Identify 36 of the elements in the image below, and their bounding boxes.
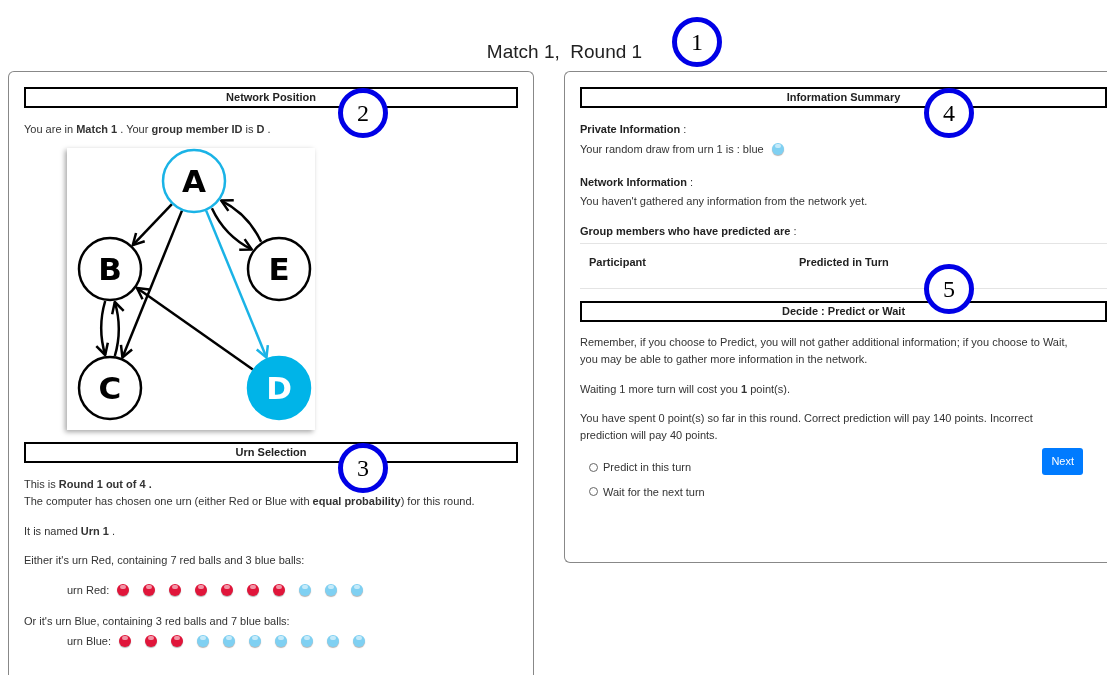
urn-description: The computer has chosen one urn (either Red or Blue with equal probability) for this round. (24, 493, 476, 509)
round-info: This is Round 1 out of 4 . (24, 476, 153, 492)
decide-explanation: Remember, if you choose to Predict, you will not gather additional information; if you choose to Wait, you may be able to gather more information in the network. (580, 334, 1069, 367)
graph-node: E (246, 236, 312, 301)
radio-button[interactable] (589, 462, 599, 472)
callout-number: 4 (924, 88, 974, 138)
callout-number: 2 (338, 88, 388, 138)
callout-number: 1 (672, 17, 722, 67)
graph-node: B (77, 236, 143, 301)
radio-option[interactable]: Predict in this turn (589, 459, 705, 476)
table-header: Predicted in Turn (799, 254, 889, 270)
urn-description: Or it's urn Blue, containing 3 red balls and 7 blue balls: (24, 613, 291, 629)
private-draw: Your random draw from urn 1 is : blue (580, 141, 764, 157)
group-members-title: Group members who have predicted are : (580, 224, 798, 239)
radio-option[interactable]: Wait for the next turn (589, 483, 705, 500)
callout-number: 3 (338, 443, 388, 493)
urn-label: urn Blue: (67, 634, 112, 649)
arrow (95, 300, 110, 356)
section-header: Decide : Predict or Wait (580, 300, 1107, 322)
urn-name: It is named Urn 1 . (24, 523, 117, 539)
private-info-title: Private Information : (580, 122, 688, 137)
page-title: Match 1, Round 1 (486, 40, 643, 64)
wait-cost: Waiting 1 more turn will cost you 1 point(s). (580, 381, 791, 397)
urn-description: Either it's urn Red, containing 7 red balls and 3 blue balls: (24, 552, 306, 568)
match-info: You are in Match 1 . Your group member ID is D . (24, 122, 272, 137)
points-info: You have spent 0 point(s) so far in this round. Correct prediction will pay 140 points. Incorrect prediction will pay 40 points. (580, 411, 1034, 443)
graph-node: C (77, 355, 143, 420)
graph-node: D (246, 355, 312, 420)
radio-button[interactable] (589, 487, 599, 497)
urn-label: urn Red: (67, 583, 110, 598)
network-info-text: You haven't gathered any information from the network yet. (580, 193, 869, 209)
network-info-title: Network Information : (580, 175, 695, 190)
graph-node: A (161, 148, 227, 213)
table-header: Participant (589, 254, 647, 270)
callout-number: 5 (924, 264, 974, 314)
next-button[interactable]: Next (1042, 448, 1084, 475)
